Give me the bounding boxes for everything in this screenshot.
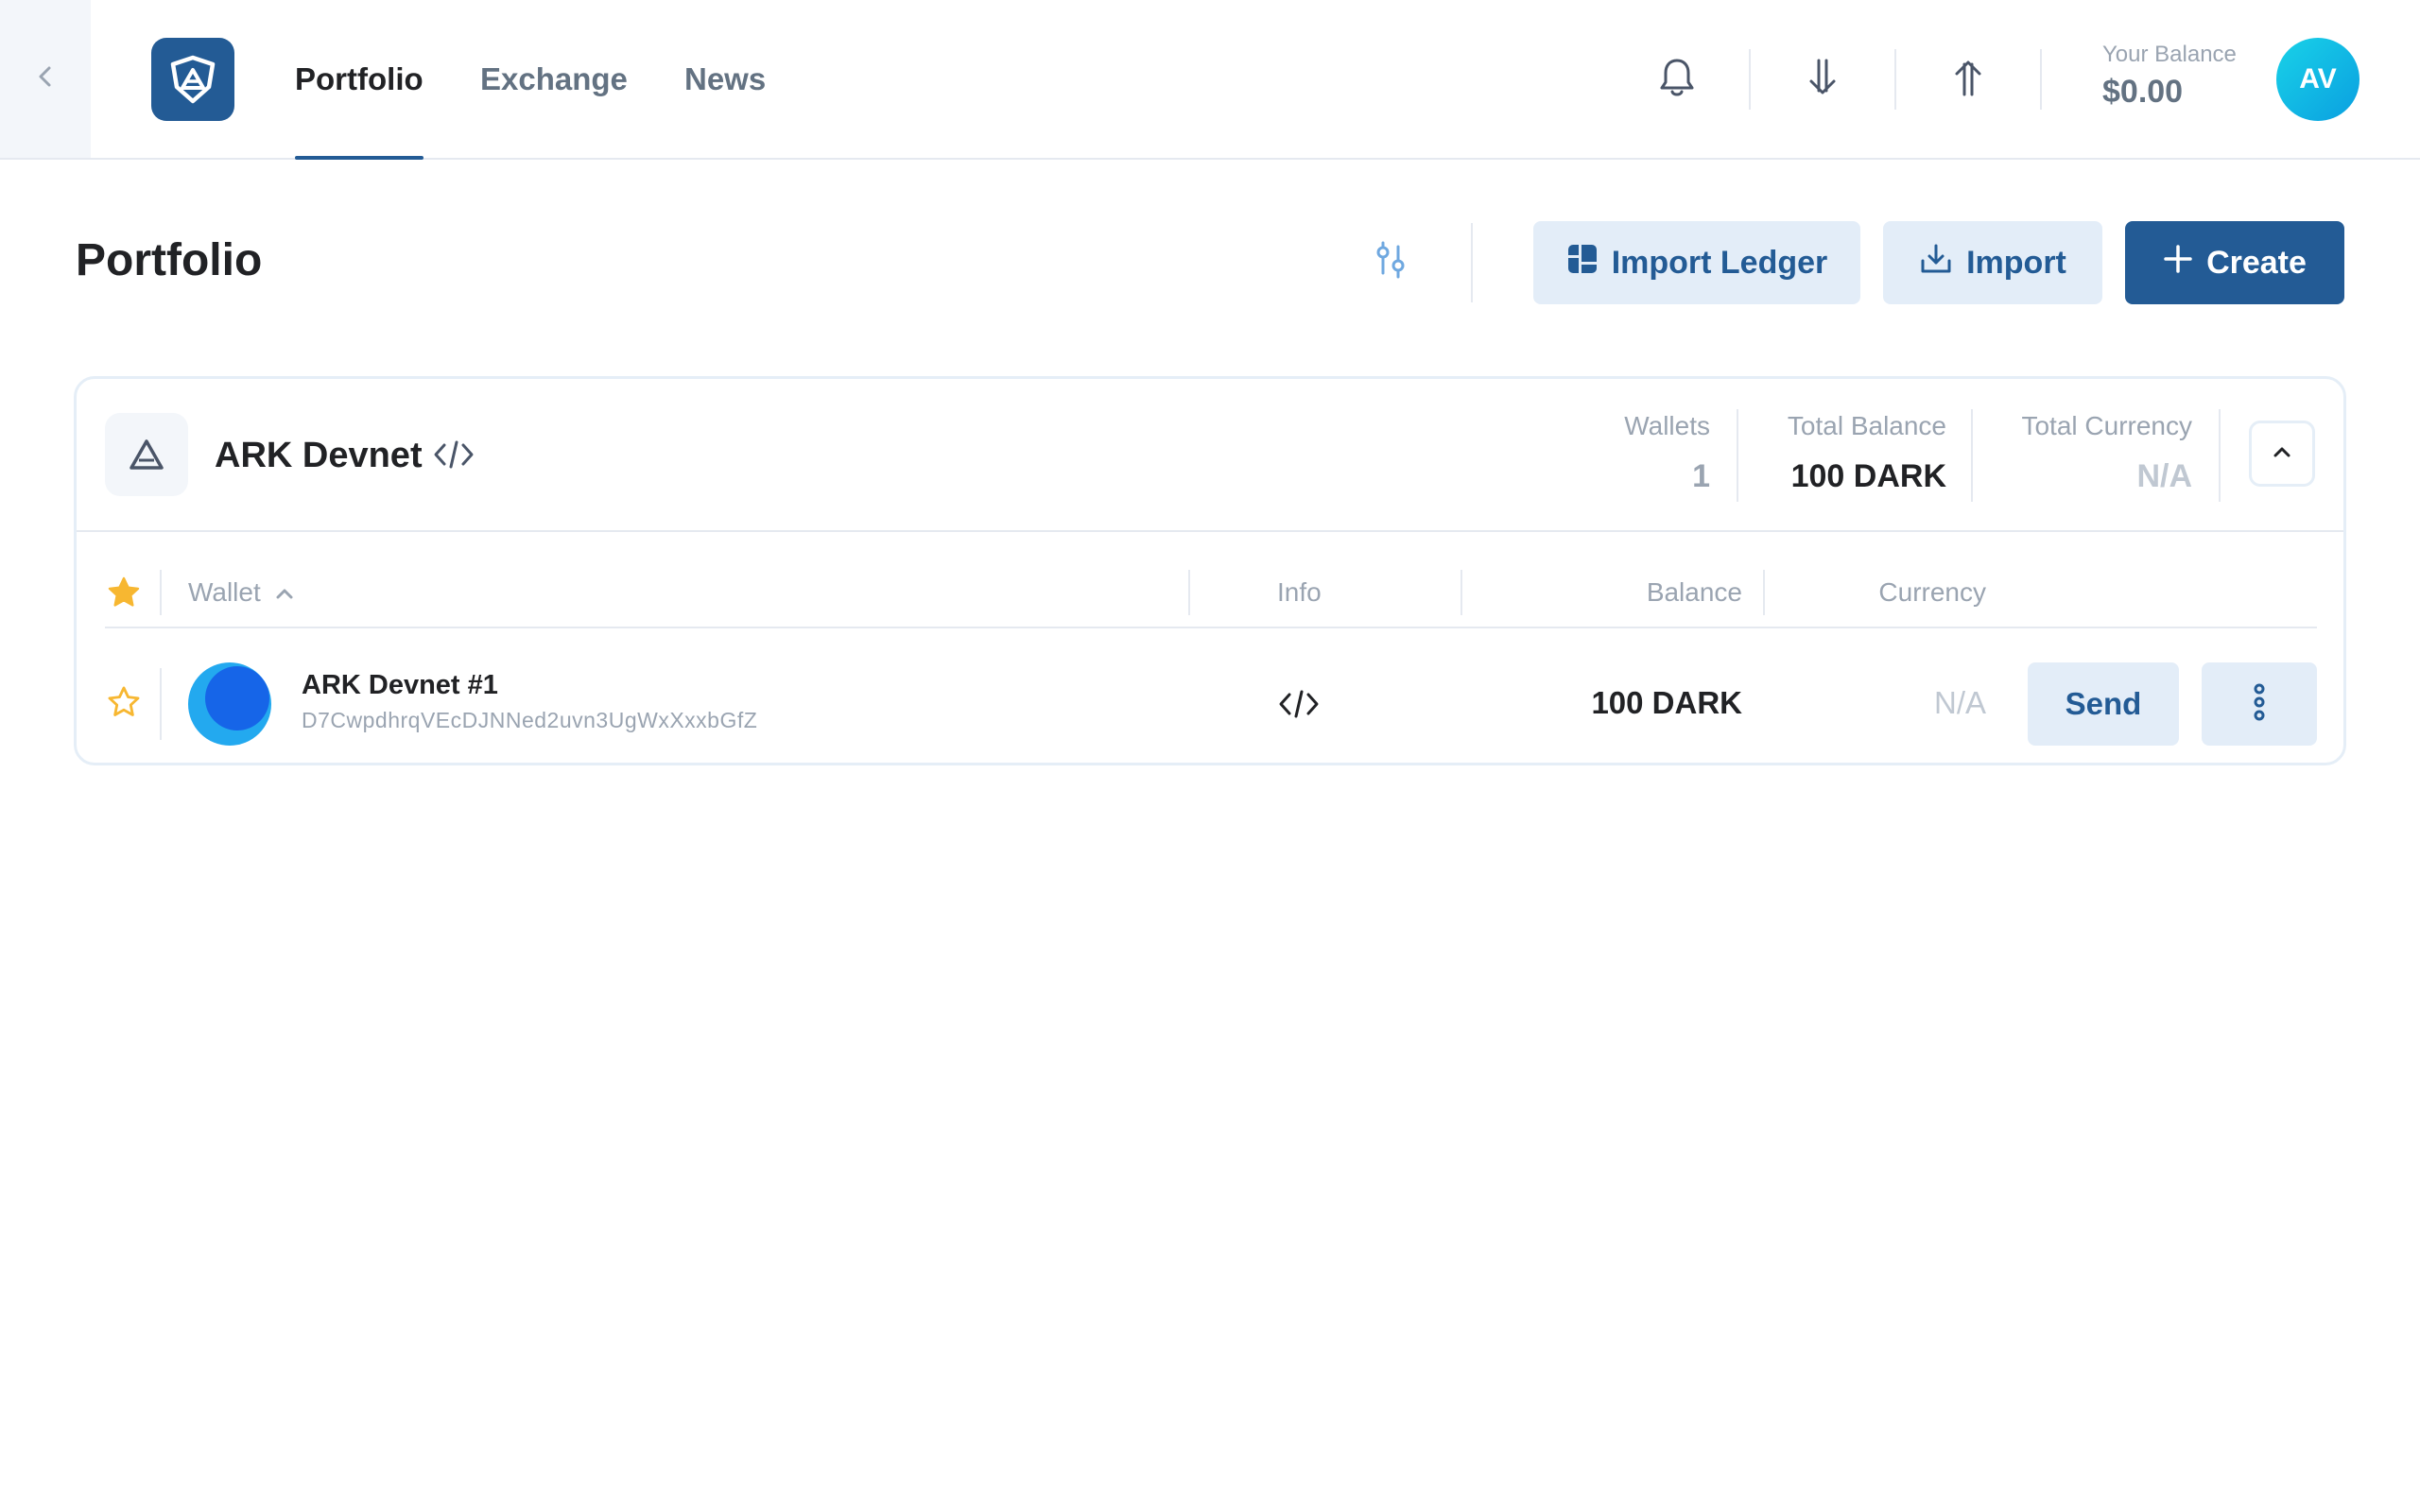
ark-network-icon	[105, 413, 188, 496]
info-column-header: Info	[1277, 577, 1322, 607]
bell-icon	[1658, 57, 1696, 103]
import-button[interactable]: Import	[1883, 221, 2102, 304]
notifications-button[interactable]	[1647, 49, 1707, 110]
total-balance-value: 100 DARK	[1790, 458, 1946, 494]
divider	[1971, 409, 1973, 502]
starred-filter-icon[interactable]	[105, 574, 143, 611]
page-title: Portfolio	[76, 235, 263, 285]
collapse-button[interactable]	[2249, 421, 2315, 487]
top-navigation-bar: Portfolio Exchange News Your Balance $0.…	[0, 0, 2420, 160]
sort-ascending-icon	[274, 577, 295, 608]
send-button[interactable]: Send	[2028, 662, 2179, 746]
star-outline-icon	[106, 684, 142, 725]
balance-label: Your Balance	[2102, 42, 2237, 67]
import-label: Import	[1966, 244, 2066, 281]
import-ledger-button[interactable]: Import Ledger	[1533, 221, 1860, 304]
filter-button[interactable]	[1361, 232, 1420, 291]
network-name: ARK Devnet	[215, 436, 423, 475]
wallet-avatar	[188, 662, 271, 746]
wallet-address: D7CwpdhrqVEcDJNNed2uvn3UgWxXxxbGfZ	[302, 708, 758, 732]
wallets-label: Wallets	[1624, 411, 1710, 440]
wallet-header-label: Wallet	[188, 577, 261, 607]
star-toggle[interactable]	[105, 685, 143, 723]
divider	[1737, 409, 1738, 502]
divider	[1461, 570, 1462, 615]
divider	[1471, 223, 1473, 302]
send-arrow-icon	[1951, 57, 1985, 103]
receive-arrow-icon	[1806, 57, 1840, 103]
wallet-currency: N/A	[1933, 685, 1986, 720]
back-button[interactable]	[0, 0, 91, 158]
wallet-balance: 100 DARK	[1591, 685, 1742, 720]
back-chevron-icon	[35, 63, 56, 94]
create-button[interactable]: Create	[2125, 221, 2344, 304]
send-transaction-button[interactable]	[1938, 49, 1998, 110]
user-avatar[interactable]: AV	[2276, 38, 2360, 121]
total-balance-label: Total Balance	[1787, 411, 1946, 440]
ledger-icon	[1566, 243, 1599, 284]
code-icon	[1275, 683, 1322, 725]
import-ledger-label: Import Ledger	[1611, 244, 1828, 281]
total-currency-stat: Total Currency N/A	[2021, 411, 2192, 495]
chevron-up-icon	[2271, 444, 2293, 464]
network-card-header: ARK Devnet Wallets 1 Total Balance 100 D…	[77, 379, 2343, 532]
wallets-value: 1	[1692, 458, 1710, 494]
total-currency-value: N/A	[2136, 458, 2192, 494]
divider	[2219, 409, 2221, 502]
divider	[160, 570, 162, 615]
divider	[1749, 49, 1751, 110]
import-icon	[1919, 242, 1953, 284]
receive-button[interactable]	[1792, 49, 1853, 110]
total-balance-stat: Total Balance 100 DARK	[1788, 411, 1946, 495]
wallet-column-header[interactable]: Wallet	[188, 577, 295, 608]
vertical-dots-icon	[2253, 682, 2266, 727]
tab-exchange[interactable]: Exchange	[480, 0, 628, 158]
ark-logo[interactable]	[151, 38, 234, 121]
tab-portfolio[interactable]: Portfolio	[295, 0, 424, 160]
balance-value: $0.00	[2102, 74, 2184, 110]
balance-column-header[interactable]: Balance	[1647, 577, 1742, 608]
sliders-icon	[1372, 239, 1409, 285]
divider	[1763, 570, 1765, 615]
wallet-table-header: Wallet Info Balance Currency	[105, 564, 2317, 628]
divider	[1188, 570, 1190, 615]
plus-icon	[2163, 244, 2193, 283]
tab-news[interactable]: News	[684, 0, 766, 158]
code-icon	[430, 434, 477, 475]
wallet-name[interactable]: ARK Devnet #1	[302, 670, 498, 701]
total-currency-label: Total Currency	[2021, 411, 2192, 440]
divider	[160, 668, 162, 740]
wallets-count-stat: Wallets 1	[1624, 411, 1710, 495]
divider	[1894, 49, 1896, 110]
divider	[2040, 49, 2042, 110]
more-options-button[interactable]	[2202, 662, 2317, 746]
currency-column-header[interactable]: Currency	[1878, 577, 1986, 608]
create-label: Create	[2206, 244, 2307, 281]
network-card: ARK Devnet Wallets 1 Total Balance 100 D…	[74, 376, 2346, 765]
table-row[interactable]: ARK Devnet #1 D7CwpdhrqVEcDJNNed2uvn3UgW…	[105, 659, 2317, 749]
